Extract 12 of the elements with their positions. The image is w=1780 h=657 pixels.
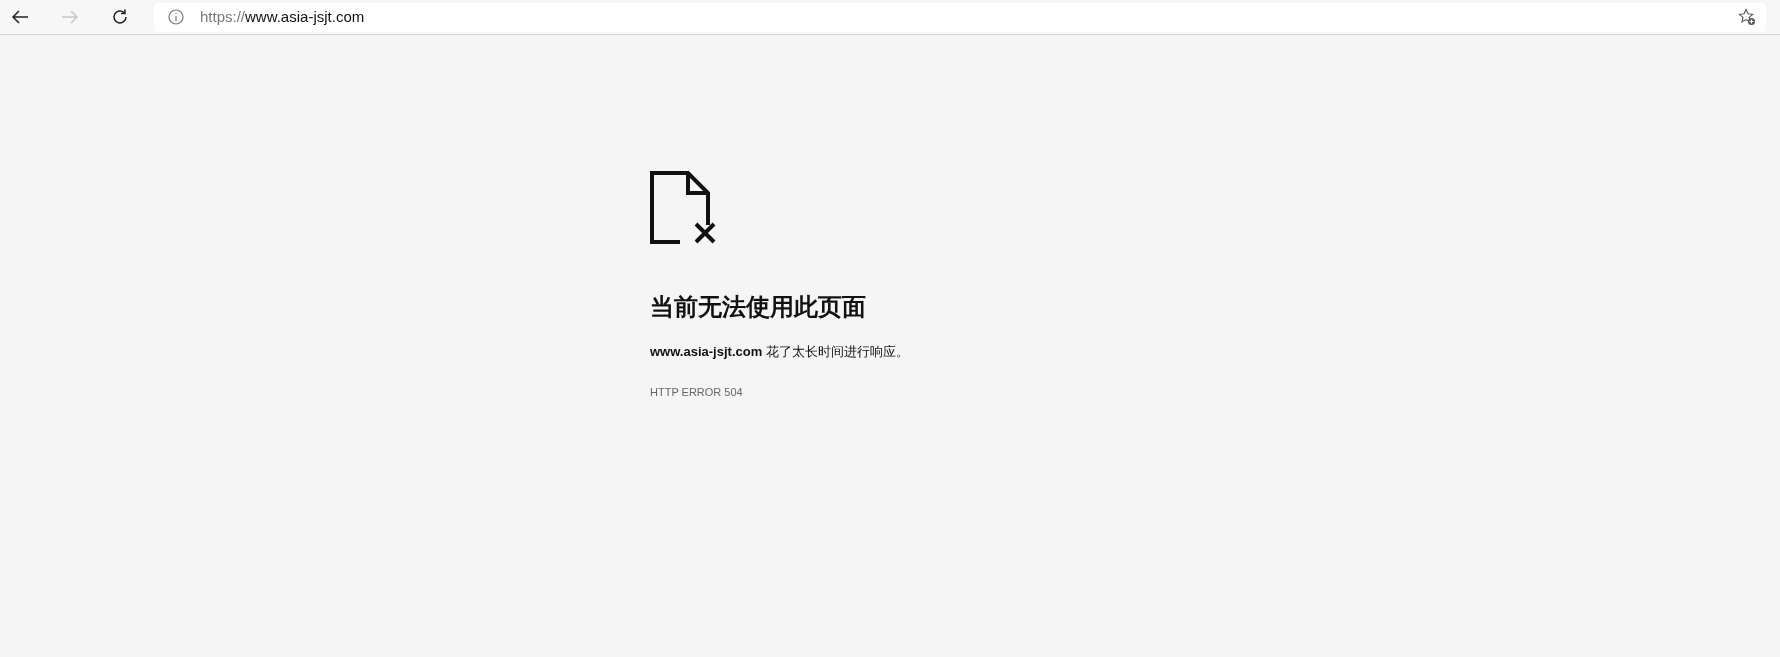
error-title: 当前无法使用此页面 [650,292,866,322]
broken-document-icon [650,171,718,244]
forward-arrow-icon [61,9,79,25]
error-code: HTTP ERROR 504 [650,384,743,400]
refresh-icon [111,8,129,26]
favorite-button[interactable] [1736,6,1758,28]
info-icon [168,9,184,25]
url-text: https://www.asia-jsjt.com [200,6,365,27]
back-arrow-icon [11,9,29,25]
error-message: www.asia-jsjt.com 花了太长时间进行响应。 [650,343,909,361]
star-add-icon [1738,8,1756,26]
address-bar[interactable]: https://www.asia-jsjt.com [154,2,1766,32]
